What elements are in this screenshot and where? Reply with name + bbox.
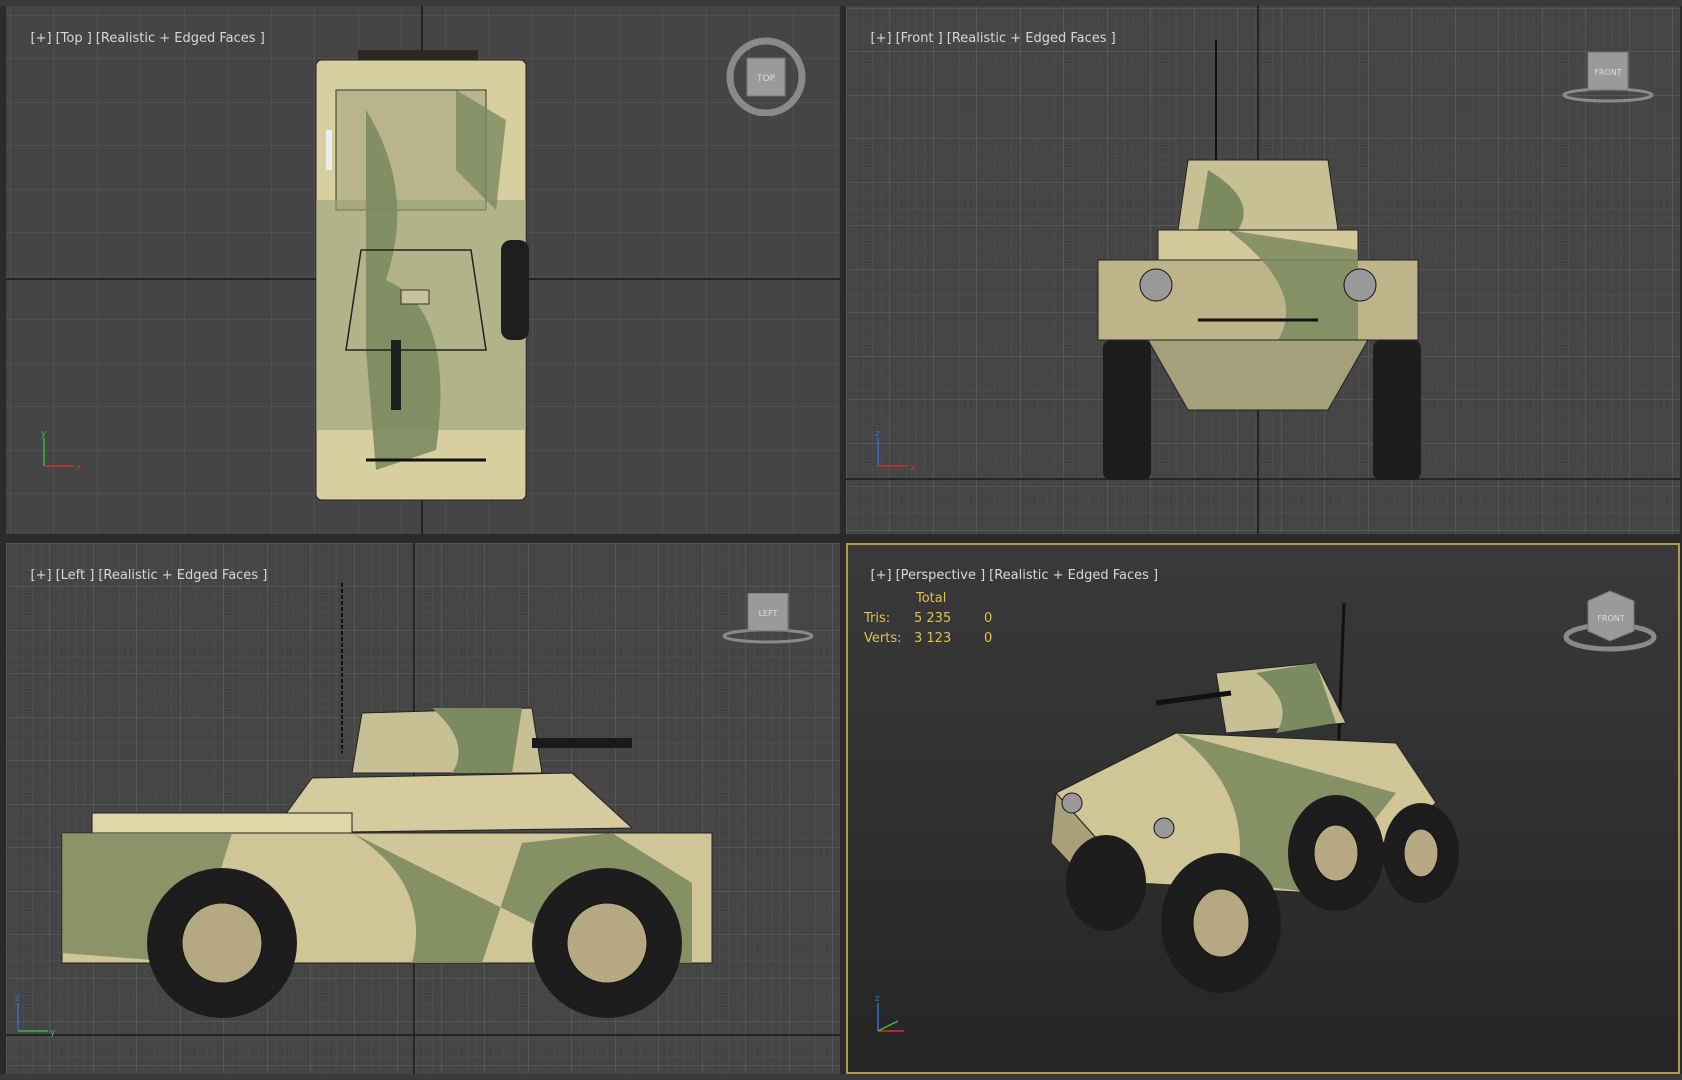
viewport-perspective[interactable]: [+] [Perspective ] [Realistic + Edged Face… [846,543,1680,1074]
svg-text:z: z [15,994,20,1004]
svg-text:FRONT: FRONT [1597,614,1624,623]
svg-text:z: z [875,994,880,1004]
viewcube-icon[interactable]: TOP [724,32,808,117]
svg-text:y: y [50,1028,56,1038]
view-mode-label[interactable]: [Left ] [56,568,95,583]
viewport-menu-button[interactable]: [+] [31,31,52,46]
axis-tripod-icon: z [868,991,918,1044]
svg-text:FRONT: FRONT [1594,68,1621,77]
viewport-label[interactable]: [+] [Top ] [Realistic + Edged Faces ] [14,16,269,61]
verts-selected-value: 0 [984,631,993,646]
tris-value: 5 235 [914,611,952,626]
viewport-label[interactable]: [+] [Left ] [Realistic + Edged Faces ] [14,553,271,598]
viewport-top[interactable]: [+] [Top ] [Realistic + Edged Faces ] TOP … [6,6,840,534]
verts-value: 3 123 [914,631,952,646]
tris-label: Tris: [864,611,891,626]
vehicle-model-perspective[interactable] [1016,593,1486,1013]
viewcube-icon[interactable]: FRONT [1560,51,1656,108]
shading-mode-label[interactable]: [Realistic + Edged Faces ] [947,31,1116,46]
stats-verts-row: Verts: 3 123 0 [864,629,992,649]
axis-tripod-icon: yx [34,426,84,479]
viewport-front[interactable]: [+] [Front ] [Realistic + Edged Faces ] FR… [846,6,1680,534]
svg-text:x: x [76,463,82,473]
axis-tripod-icon: zy [8,991,58,1044]
statistics-overlay: Total Tris: 5 235 0 Verts: 3 123 0 [864,589,992,649]
view-mode-label[interactable]: [Top ] [56,31,92,46]
tris-selected-value: 0 [984,611,993,626]
stats-tris-row: Tris: 5 235 0 [864,609,992,629]
vehicle-model-left[interactable] [52,583,772,1023]
svg-text:y: y [41,429,47,439]
shading-mode-label[interactable]: [Realistic + Edged Faces ] [96,31,265,46]
viewcube-icon[interactable]: LEFT [720,592,816,649]
svg-text:LEFT: LEFT [759,609,778,618]
svg-text:x: x [910,463,916,473]
viewport-left[interactable]: [+] [Left ] [Realistic + Edged Faces ] LEF… [6,543,840,1074]
axis-tripod-icon: zx [868,426,918,479]
vehicle-model-front[interactable] [1078,30,1448,490]
svg-text:TOP: TOP [756,74,776,84]
bottom-frame [0,1074,1682,1080]
shading-mode-label[interactable]: [Realistic + Edged Faces ] [98,568,267,583]
view-mode-label[interactable]: [Front ] [896,31,943,46]
viewport-label[interactable]: [+] [Front ] [Realistic + Edged Faces ] [854,16,1120,61]
viewport-menu-button[interactable]: [+] [871,568,892,583]
view-mode-label[interactable]: [Perspective ] [896,568,986,583]
svg-text:z: z [875,429,880,439]
viewport-menu-button[interactable]: [+] [871,31,892,46]
stats-header: Total [916,591,947,606]
verts-label: Verts: [864,631,902,646]
vehicle-model-top[interactable] [306,50,546,506]
viewcube-icon[interactable]: FRONT [1560,587,1660,657]
shading-mode-label[interactable]: [Realistic + Edged Faces ] [989,568,1158,583]
viewport-menu-button[interactable]: [+] [31,568,52,583]
